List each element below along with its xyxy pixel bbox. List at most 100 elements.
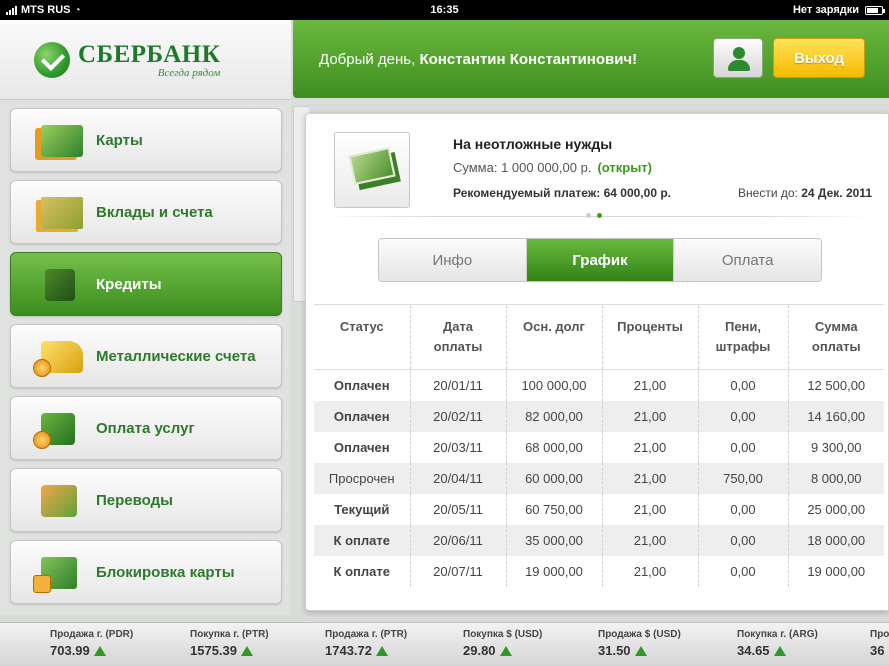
status-cell: Оплачен — [333, 377, 390, 393]
principal-cell: 68 000,00 — [505, 431, 602, 463]
ticker-value: 34.65 — [737, 643, 770, 658]
credits-icon — [45, 269, 75, 301]
interest-cell: 21,00 — [601, 431, 698, 463]
penalty-cell: 0,00 — [697, 524, 788, 556]
tab-schedule[interactable]: График — [526, 239, 675, 281]
sidebar-item-cards[interactable]: Карты — [10, 108, 282, 172]
loan-status: (открыт) — [597, 160, 652, 175]
ticker-item: Продажа $ (USD) 31.50 — [598, 629, 681, 658]
ticker-label: Покупка г. (PTR) — [190, 629, 269, 640]
loan-sum: Сумма: 1 000 000,00 р. (открыт) — [453, 160, 652, 175]
ticker-label: Покупка $ (USD) — [463, 629, 543, 640]
arrow-up-icon — [241, 646, 253, 656]
sidebar-item-metal-accounts[interactable]: Металлические счета — [10, 324, 282, 388]
loan-title: На неотложные нужды — [453, 136, 613, 152]
deposits-icon — [41, 197, 83, 229]
greeting: Добрый день, Константин Константинович! — [319, 51, 637, 68]
column-header: Пени, штрафы — [697, 304, 788, 370]
ticker-value: 29.80 — [463, 643, 496, 658]
page-dot[interactable] — [586, 213, 591, 218]
ticker-value: 1575.39 — [190, 643, 237, 658]
ticker-item: Про 36 — [870, 629, 889, 658]
interest-cell: 21,00 — [601, 524, 698, 556]
sidebar-item-card-block[interactable]: Блокировка карты — [10, 540, 282, 604]
battery-status-text: Нет зарядки — [792, 4, 859, 16]
principal-cell: 35 000,00 — [505, 524, 602, 556]
loan-thumbnail — [334, 132, 410, 208]
ticker-label: Продажа г. (PTR) — [325, 629, 408, 640]
table-row[interactable]: Просрочен 20/04/11 60 000,00 21,00 750,0… — [314, 462, 884, 494]
sidebar-item-payments[interactable]: Оплата услуг — [10, 396, 282, 460]
ticker-label: Про — [870, 629, 889, 640]
signal-icon — [6, 5, 17, 15]
ticker-value: 31.50 — [598, 643, 631, 658]
wifi-icon: ◔ — [74, 4, 81, 16]
penalty-cell: 0,00 — [697, 400, 788, 432]
sidebar-item-deposits[interactable]: Вклады и счета — [10, 180, 282, 244]
ticker-value: 36 — [870, 643, 885, 658]
user-icon-body — [728, 60, 750, 71]
tab-bar: Инфо График Оплата — [378, 238, 822, 282]
status-cell: Оплачен — [314, 400, 410, 432]
exit-button[interactable]: Выход — [773, 38, 865, 78]
principal-cell: 100 000,00 — [505, 369, 602, 401]
sidebar-item-label: Оплата услуг — [96, 419, 195, 437]
due-date-label: Внести до: — [738, 186, 798, 200]
column-header: Осн. долг — [505, 304, 602, 370]
arrow-up-icon — [634, 646, 647, 656]
total-cell: 19 000,00 — [787, 555, 884, 587]
sidebar-item-transfers[interactable]: Переводы — [10, 468, 282, 532]
money-stack-icon — [348, 146, 396, 186]
coin-icon — [33, 359, 51, 377]
table-row[interactable]: Оплачен 20/02/11 82 000,00 21,00 0,00 14… — [314, 400, 884, 432]
sidebar-item-label: Вклады и счета — [96, 203, 213, 221]
gold-bars-icon — [33, 341, 83, 377]
penalty-cell: 750,00 — [697, 462, 788, 494]
total-cell: 12 500,00 — [787, 369, 884, 401]
status-cell: Текущий — [334, 501, 390, 517]
page-dot-active[interactable] — [597, 213, 602, 218]
greeting-prefix: Добрый день, — [319, 50, 420, 68]
principal-cell: 60 000,00 — [505, 462, 602, 494]
tab-info[interactable]: Инфо — [379, 239, 527, 281]
table-row[interactable]: Оплачен 20/01/11 100 000,00 21,00 0,00 1… — [314, 369, 884, 401]
sidebar-item-label: Переводы — [96, 491, 173, 509]
ticker-label: Продажа $ (USD) — [598, 629, 681, 640]
table-row[interactable]: К оплате 20/07/11 19 000,00 21,00 0,00 1… — [314, 555, 884, 587]
total-cell: 9 300,00 — [787, 431, 884, 463]
date-cell: 20/07/11 — [409, 555, 506, 587]
transfer-icon — [41, 485, 77, 517]
interest-cell: 21,00 — [601, 369, 698, 401]
interest-cell: 21,00 — [601, 555, 698, 587]
profile-button[interactable] — [713, 38, 763, 78]
column-header: Сумма оплаты — [787, 304, 884, 370]
sidebar-item-credits[interactable]: Кредиты — [10, 252, 282, 316]
arrow-up-icon — [376, 646, 388, 656]
date-cell: 20/04/11 — [409, 462, 506, 494]
status-cell: К оплате — [333, 563, 390, 579]
penalty-cell: 0,00 — [697, 431, 788, 463]
total-cell: 8 000,00 — [787, 462, 884, 494]
brand-name: СБЕРБАНК — [78, 40, 221, 68]
column-header: Статус — [314, 304, 410, 370]
due-date-value: 24 Дек. 2011 — [801, 186, 872, 200]
arrow-up-icon — [773, 646, 786, 656]
recommended-payment: Рекомендуемый платеж: 64 000,00 р. — [453, 186, 671, 200]
table-header-row: Статус Дата оплаты Осн. долг Проценты Пе… — [314, 304, 884, 370]
battery-icon — [865, 5, 885, 15]
ticker-item: Покупка $ (USD) 29.80 — [463, 629, 542, 658]
tab-payment[interactable]: Оплата — [674, 239, 821, 281]
lock-icon — [33, 575, 51, 593]
table-row[interactable]: Оплачен 20/03/11 68 000,00 21,00 0,00 9 … — [314, 431, 884, 463]
status-cell: Просрочен — [314, 462, 410, 494]
table-row[interactable]: К оплате 20/06/11 35 000,00 21,00 0,00 1… — [314, 524, 884, 556]
carrier-name: MTS RUS — [21, 4, 71, 16]
header: Добрый день, Константин Константинович! … — [293, 20, 889, 98]
page-indicator — [324, 213, 870, 218]
date-cell: 20/02/11 — [409, 400, 506, 432]
table-row[interactable]: Текущий 20/05/11 60 750,00 21,00 0,00 25… — [314, 493, 884, 525]
ticker-item: Покупка г. (PTR) 1575.39 — [190, 629, 269, 658]
status-cell: Оплачен — [333, 439, 390, 455]
ticker-item: Продажа г. (PDR) 703.99 — [50, 629, 133, 658]
ticker-label: Продажа г. (PDR) — [50, 629, 134, 640]
